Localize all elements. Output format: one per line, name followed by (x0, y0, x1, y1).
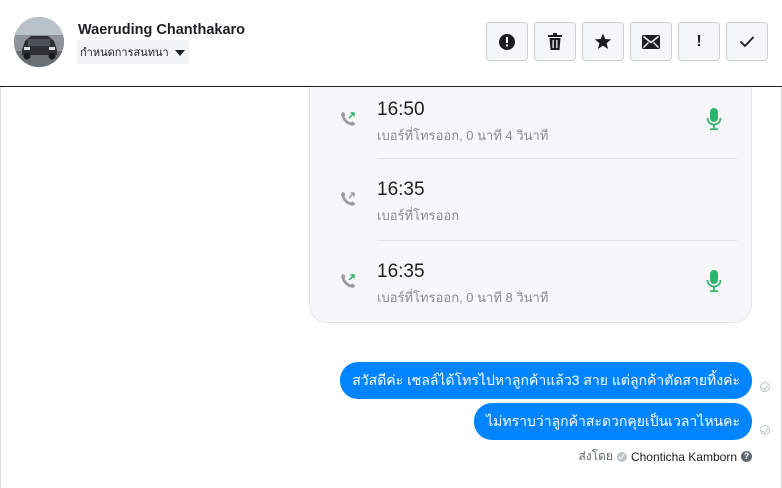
message-bubble[interactable]: ไม่ทราบว่าลูกค้าสะดวกคุยเป็นเวลาไหนคะ (474, 403, 752, 440)
sent-by-agent: Chonticha Kamborn (630, 449, 737, 464)
outgoing-call-icon (341, 112, 355, 126)
mark-done-button[interactable] (726, 22, 768, 61)
avatar[interactable] (14, 17, 64, 67)
checkmark-icon (739, 36, 755, 48)
microphone-icon (706, 108, 722, 131)
avatar-image (14, 17, 64, 67)
divider (377, 158, 737, 159)
exclamation-icon: ! (696, 32, 702, 50)
mail-icon (642, 34, 660, 49)
call-description: เบอร์ที่โทรออก, 0 นาที 4 วินาที (377, 128, 549, 143)
verified-check-icon (616, 451, 627, 462)
trash-icon (548, 32, 562, 50)
star-icon (594, 33, 612, 49)
caret-down-icon (174, 49, 185, 56)
outgoing-call-icon (341, 274, 355, 288)
call-log-entry: 16:35 เบอร์ที่โทรออก, 0 นาที 8 วินาที (310, 249, 751, 322)
follow-up-button[interactable]: ! (678, 22, 720, 61)
conversation-actions: ! (486, 22, 768, 61)
conversation-status-dropdown[interactable]: กำหนดการสนทนา (77, 40, 189, 64)
call-description: เบอร์ที่โทรออก (377, 208, 460, 223)
microphone-icon (706, 270, 722, 293)
help-icon[interactable]: ? (741, 451, 752, 462)
call-time: 16:35 (377, 261, 425, 282)
mark-unread-button[interactable] (630, 22, 672, 61)
sent-by-info: ส่งโดย Chonticha Kamborn ? (578, 447, 752, 466)
message-bubble[interactable]: สวัสดีค่ะ เซลล์ได้โทรไปหาลูกค้าแล้ว3 สาย… (340, 362, 752, 399)
divider (377, 240, 737, 241)
call-log-image-attachment[interactable]: 16:50 เบอร์ที่โทรออก, 0 นาที 4 วินาที 16… (309, 87, 752, 323)
seen-check-icon (760, 382, 770, 392)
delete-button[interactable] (534, 22, 576, 61)
call-log-entry: 16:35 เบอร์ที่โทรออก (310, 167, 751, 247)
outgoing-call-icon (341, 192, 355, 206)
call-description: เบอร์ที่โทรออก, 0 นาที 8 วินาที (377, 290, 549, 305)
alert-circle-icon (499, 33, 515, 50)
seen-check-icon (760, 425, 770, 435)
mark-spam-button[interactable] (486, 22, 528, 61)
star-button[interactable] (582, 22, 624, 61)
contact-name[interactable]: Waeruding Chanthakaro (78, 22, 245, 38)
call-time: 16:50 (377, 99, 425, 120)
panel-left-border (0, 87, 1, 488)
conversation-status-label: กำหนดการสนทนา (80, 47, 169, 59)
conversation-header: Waeruding Chanthakaro กำหนดการสนทนา ! (0, 0, 782, 87)
sent-by-prefix: ส่งโดย (578, 449, 613, 463)
call-log-entry: 16:50 เบอร์ที่โทรออก, 0 นาที 4 วินาที (310, 87, 751, 167)
call-time: 16:35 (377, 179, 425, 200)
